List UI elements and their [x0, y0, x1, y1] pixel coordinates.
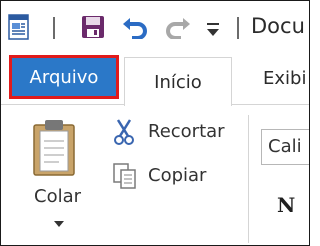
ribbon-tabs: Arquivo Início Exibi: [1, 53, 309, 106]
undo-icon[interactable]: [121, 13, 149, 39]
tab-home[interactable]: Início: [124, 57, 232, 106]
copy-icon[interactable]: [113, 163, 137, 189]
font-name-combobox[interactable]: Cali: [261, 129, 309, 165]
redo-icon[interactable]: [164, 13, 192, 39]
ribbon-panel: Colar Recortar Copiar Cali N: [1, 105, 309, 245]
copy-button[interactable]: Copiar: [148, 165, 206, 186]
paste-button[interactable]: Colar: [34, 186, 81, 207]
tab-file[interactable]: Arquivo: [9, 55, 119, 99]
tab-view[interactable]: Exibi: [263, 68, 306, 89]
customize-toolbar-dropdown-icon[interactable]: [206, 21, 220, 37]
scissors-icon[interactable]: [113, 119, 135, 145]
toolbar-divider: [237, 17, 239, 39]
app-window: Docu Arquivo Início Exibi Colar Recortar: [0, 0, 310, 246]
document-title: Docu: [251, 14, 305, 38]
bold-button[interactable]: N: [277, 193, 295, 217]
paste-options-chevron-down-icon[interactable]: [54, 221, 64, 227]
quick-access-toolbar: Docu: [1, 1, 309, 53]
cut-button[interactable]: Recortar: [148, 121, 225, 142]
app-document-icon[interactable]: [7, 14, 31, 40]
save-icon[interactable]: [81, 15, 105, 39]
toolbar-divider: [53, 17, 55, 39]
paste-clipboard-icon[interactable]: [31, 119, 77, 177]
group-divider: [248, 115, 249, 243]
